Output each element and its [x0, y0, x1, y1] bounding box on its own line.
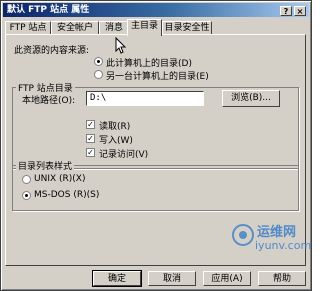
help-title-button[interactable]: ?: [280, 6, 292, 16]
radio-unix[interactable]: [22, 175, 31, 184]
checkbox-write-label[interactable]: 写入(W): [99, 133, 133, 146]
radio-msdos-label[interactable]: MS-DOS (R)(S): [34, 190, 99, 200]
tab-strip: FTP 站点 安全帐户 消息 主目录 目录安全性: [5, 19, 307, 36]
apply-button[interactable]: 应用(A): [203, 271, 251, 286]
tab-home-directory[interactable]: 主目录: [127, 19, 162, 36]
watermark: 运维网 iyunv.com: [231, 219, 311, 259]
radio-this-computer-label[interactable]: 此计算机上的目录(D): [106, 56, 192, 69]
radio-other-computer-label[interactable]: 另一台计算机上的目录(E): [106, 69, 209, 82]
properties-dialog: 默认 FTP 站点 属性 ? × FTP 站点 安全帐户 消息 主目录 目录安全…: [0, 0, 312, 291]
radio-msdos[interactable]: [22, 191, 31, 200]
watermark-line2: iyunv.com: [255, 239, 312, 252]
window-title: 默认 FTP 站点 属性: [7, 5, 90, 15]
content-source-label: 此资源的内容来源:: [14, 46, 90, 56]
mouse-cursor-icon: [115, 37, 127, 54]
local-path-input[interactable]: D:\: [86, 91, 204, 106]
checkbox-read[interactable]: ✓: [86, 120, 95, 129]
tab-ftp-site[interactable]: FTP 站点: [5, 21, 51, 35]
list-style-group-title: 目录列表样式: [16, 159, 75, 172]
tab-messages[interactable]: 消息: [99, 21, 129, 35]
title-bar: 默认 FTP 站点 属性 ? ×: [3, 3, 309, 17]
radio-other-computer[interactable]: [94, 70, 103, 79]
watermark-logo-icon: [232, 224, 254, 246]
close-button[interactable]: ×: [294, 6, 306, 16]
radio-unix-label[interactable]: UNIX (R)(X): [34, 174, 85, 184]
checkbox-log-visits-label[interactable]: 记录访问(V): [99, 147, 148, 160]
cancel-button[interactable]: 取消: [148, 271, 196, 286]
checkbox-write[interactable]: ✓: [86, 134, 95, 143]
radio-this-computer[interactable]: [94, 57, 103, 66]
ok-button[interactable]: 确定: [92, 270, 142, 287]
tab-directory-security[interactable]: 目录安全性: [162, 21, 212, 35]
watermark-line1: 运维网: [257, 225, 297, 240]
checkbox-read-label[interactable]: 读取(R): [99, 119, 130, 132]
help-button[interactable]: 帮助: [258, 271, 306, 286]
tab-security-accounts[interactable]: 安全帐户: [51, 21, 99, 35]
local-path-label: 本地路径(O):: [22, 96, 76, 106]
browse-button[interactable]: 浏览(B)...: [222, 90, 280, 107]
checkbox-log-visits[interactable]: ✓: [86, 148, 95, 157]
